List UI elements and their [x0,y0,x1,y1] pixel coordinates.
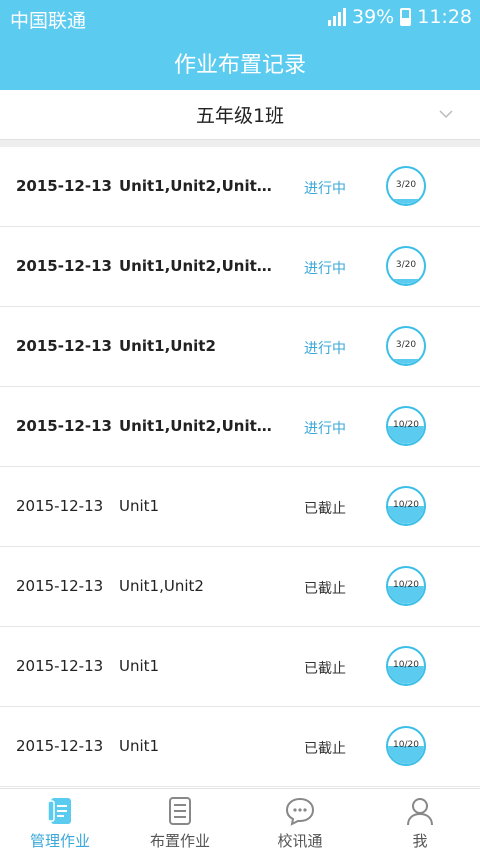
status-badge: 进行中 [304,421,346,437]
assignment-date: 2015-12-13 [16,417,112,435]
status-badge: 已截止 [304,581,346,597]
battery-percent: 39% [352,6,395,28]
submission-count: 10/20 [393,660,419,670]
document-list-icon [169,797,191,825]
assignment-row[interactable]: 2015-12-13 Unit1,Unit2 进行中 3/20 [0,307,480,387]
bottom-tab-bar: 管理作业 布置作业 校讯通 我 [0,788,480,853]
assignment-units: Unit1 [119,497,160,515]
tab-label: 布置作业 [149,832,210,850]
status-badge: 已截止 [304,661,346,677]
assignment-units: Unit1,Unit2 [119,337,216,355]
assignment-row[interactable]: 2015-12-13 Unit1 已截止 10/20 [0,467,480,547]
assignment-date: 2015-12-13 [16,177,112,195]
carrier-name: 中国联通 [10,10,87,32]
person-icon [407,798,433,826]
submission-count: 10/20 [393,500,419,510]
status-badge: 进行中 [304,341,346,357]
chevron-down-icon [439,110,453,119]
status-badge: 已截止 [304,501,346,517]
assignment-units: Unit1,Unit2,Unit3... [119,257,279,275]
assignment-date: 2015-12-13 [16,337,112,355]
chat-bubble-icon [285,797,315,826]
progress-fill [388,358,424,364]
tab-label: 管理作业 [29,832,90,850]
assignment-date: 2015-12-13 [16,657,104,675]
submission-progress-circle: 10/20 [386,646,426,686]
submission-progress-circle: 10/20 [386,566,426,606]
assignment-row[interactable]: 2015-12-13 Unit1,Unit2,Unit3... 进行中 3/20 [0,227,480,307]
assignment-units: Unit1 [119,737,160,755]
assignment-units: Unit1,Unit2,Unit3... [119,417,279,435]
tab-me[interactable]: 我 [360,789,480,853]
assignment-date: 2015-12-13 [16,577,104,595]
tab-assign-homework[interactable]: 布置作业 [120,789,240,853]
submission-count: 10/20 [393,740,419,750]
status-badge: 已截止 [304,741,346,757]
submission-count: 3/20 [395,340,417,350]
assignment-date: 2015-12-13 [16,257,112,275]
assignment-date: 2015-12-13 [16,497,104,515]
assignment-units: Unit1,Unit2 [119,577,204,595]
assignment-units: Unit1,Unit2,Unit3... [119,177,279,195]
assignment-row[interactable]: 2015-12-13 Unit1,Unit2,Unit3... 进行中 3/20 [0,147,480,227]
assignment-date: 2015-12-13 [16,737,104,755]
assignment-row[interactable]: 2015-12-13 Unit1,Unit2,Unit3... 进行中 10/20 [0,387,480,467]
submission-progress-circle: 10/20 [386,726,426,766]
tab-manage-homework[interactable]: 管理作业 [0,789,120,853]
submission-progress-circle: 10/20 [386,486,426,526]
page-header: 作业布置记录 [0,36,480,90]
divider [0,140,480,147]
class-selector[interactable]: 五年级1班 [0,90,480,140]
status-badge: 进行中 [304,261,346,277]
status-bar: 中国联通 39% 11:28 [0,0,480,36]
assignment-units: Unit1 [119,657,160,675]
progress-fill [388,198,424,204]
status-indicators: 39% 11:28 [328,6,472,28]
tab-label: 我 [412,832,428,850]
assignment-row[interactable]: 2015-12-13 Unit1 已截止 10/20 [0,707,480,787]
notebook-icon [47,798,71,824]
progress-fill [388,278,424,284]
page-title: 作业布置记录 [173,53,306,78]
submission-progress-circle: 3/20 [386,246,426,286]
submission-count: 3/20 [395,180,417,190]
submission-progress-circle: 10/20 [386,406,426,446]
submission-progress-circle: 3/20 [386,166,426,206]
clock: 11:28 [417,6,472,28]
assignment-row[interactable]: 2015-12-13 Unit1,Unit2 已截止 10/20 [0,547,480,627]
tab-label: 校讯通 [277,832,323,850]
class-selector-value: 五年级1班 [195,105,285,127]
submission-count: 10/20 [393,580,419,590]
assignment-list: 2015-12-13 Unit1,Unit2,Unit3... 进行中 3/20 201… [0,147,480,787]
submission-count: 10/20 [393,420,419,430]
tab-school-messenger[interactable]: 校讯通 [240,789,360,853]
status-badge: 进行中 [304,181,346,197]
submission-progress-circle: 3/20 [386,326,426,366]
signal-icon [328,8,346,26]
assignment-row[interactable]: 2015-12-13 Unit1 已截止 10/20 [0,627,480,707]
submission-count: 3/20 [395,260,417,270]
battery-icon [400,8,412,26]
